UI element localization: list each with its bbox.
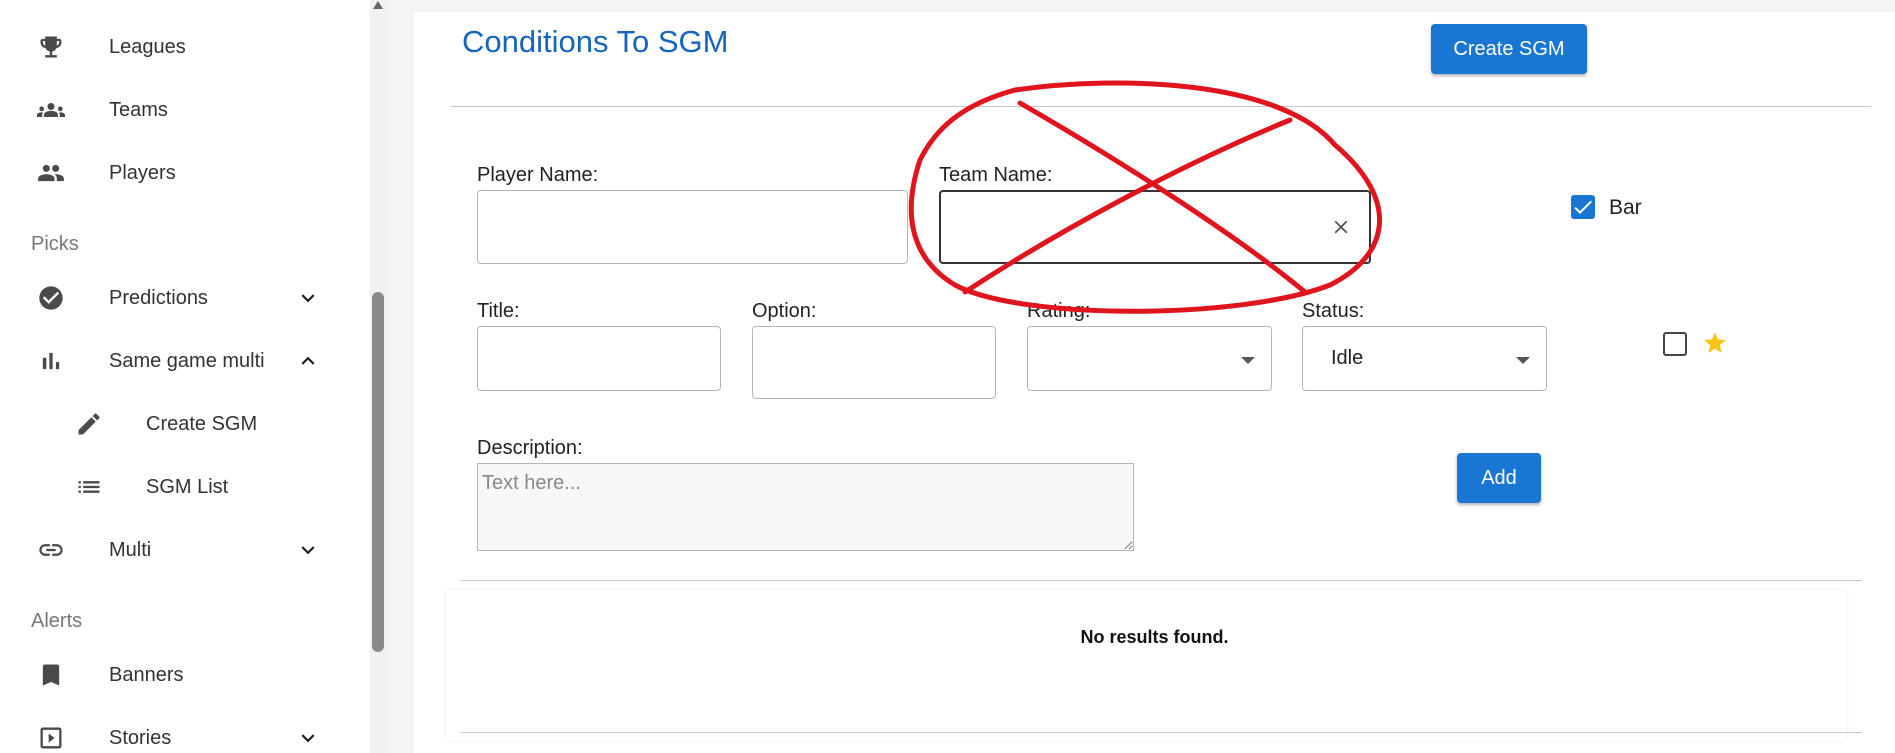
slideshow-icon [36,723,66,753]
sidebar-item-same-game-multi[interactable]: Same game multi [0,331,370,391]
chevron-down-icon[interactable] [295,285,321,311]
sidebar-item-multi[interactable]: Multi [0,520,370,580]
results-panel [446,590,1846,741]
sidebar-item-label: Leagues [109,35,186,58]
title-input[interactable] [477,326,721,391]
player-name-input[interactable] [477,190,908,264]
description-label: Description: [477,437,583,459]
sidebar: Leagues Teams Players Picks Predictions … [0,0,370,753]
sidebar-item-label: Multi [109,538,152,561]
sidebar-item-label: SGM List [146,475,229,498]
results-divider [460,732,1862,733]
player-name-label: Player Name: [477,164,599,186]
content-gutter [386,0,414,753]
bookmark-icon [36,660,66,690]
link-icon [36,535,66,565]
status-label: Status: [1302,300,1365,322]
create-sgm-button[interactable]: Create SGM [1431,24,1587,74]
featured-checkbox[interactable] [1663,332,1687,356]
sidebar-item-label: Teams [109,98,168,121]
team-name-label: Team Name: [939,164,1053,186]
sidebar-item-create-sgm[interactable]: Create SGM [0,394,370,454]
sidebar-scroll-thumb[interactable] [372,292,384,652]
page-title: Conditions To SGM [462,24,729,59]
option-label: Option: [752,300,817,322]
sidebar-item-label: Banners [109,663,184,686]
sidebar-item-teams[interactable]: Teams [0,80,370,140]
sidebar-item-leagues[interactable]: Leagues [0,17,370,77]
chevron-down-icon[interactable] [295,537,321,563]
pencil-icon [74,409,104,439]
rating-select[interactable] [1027,326,1272,391]
section-header-alerts: Alerts [31,610,83,632]
form-divider [460,580,1862,581]
header-divider [451,106,1871,107]
main-panel: Conditions To SGM Create SGM Player Name… [414,12,1895,753]
sidebar-item-label: Players [109,161,176,184]
people-icon [36,158,66,188]
sidebar-item-players[interactable]: Players [0,143,370,203]
sidebar-item-predictions[interactable]: Predictions [0,268,370,328]
bar-chart-icon [36,346,66,376]
chevron-up-icon[interactable] [295,348,321,374]
trophy-icon [36,32,66,62]
team-name-input[interactable] [939,190,1371,264]
sidebar-item-stories[interactable]: Stories [0,708,370,753]
sidebar-item-sgm-list[interactable]: SGM List [0,457,370,517]
dropdown-arrow-icon [1241,357,1255,364]
star-icon [1702,330,1728,356]
sidebar-item-label: Create SGM [146,412,258,435]
no-results-message: No results found. [1080,627,1229,647]
sidebar-item-label: Stories [109,726,172,749]
bar-checkbox-label: Bar [1609,196,1642,219]
content-top-strip [386,0,1895,12]
dropdown-arrow-icon [1516,357,1530,364]
option-input[interactable] [752,326,996,399]
bar-checkbox[interactable] [1571,195,1595,219]
title-label: Title: [477,300,520,322]
chevron-down-icon[interactable] [295,725,321,751]
add-button[interactable]: Add [1457,453,1541,503]
description-textarea[interactable] [477,463,1134,551]
sidebar-item-banners[interactable]: Banners [0,645,370,705]
sidebar-item-label: Same game multi [109,349,265,372]
groups-icon [36,95,66,125]
status-select-value: Idle [1331,347,1364,369]
scroll-up-arrow-icon[interactable] [370,0,386,12]
clear-icon[interactable] [1330,216,1352,238]
section-header-picks: Picks [31,233,79,255]
sidebar-item-label: Predictions [109,286,208,309]
rating-label: Rating: [1027,300,1091,322]
status-select[interactable]: Idle [1302,326,1547,391]
list-icon [74,472,104,502]
check-circle-icon [36,283,66,313]
